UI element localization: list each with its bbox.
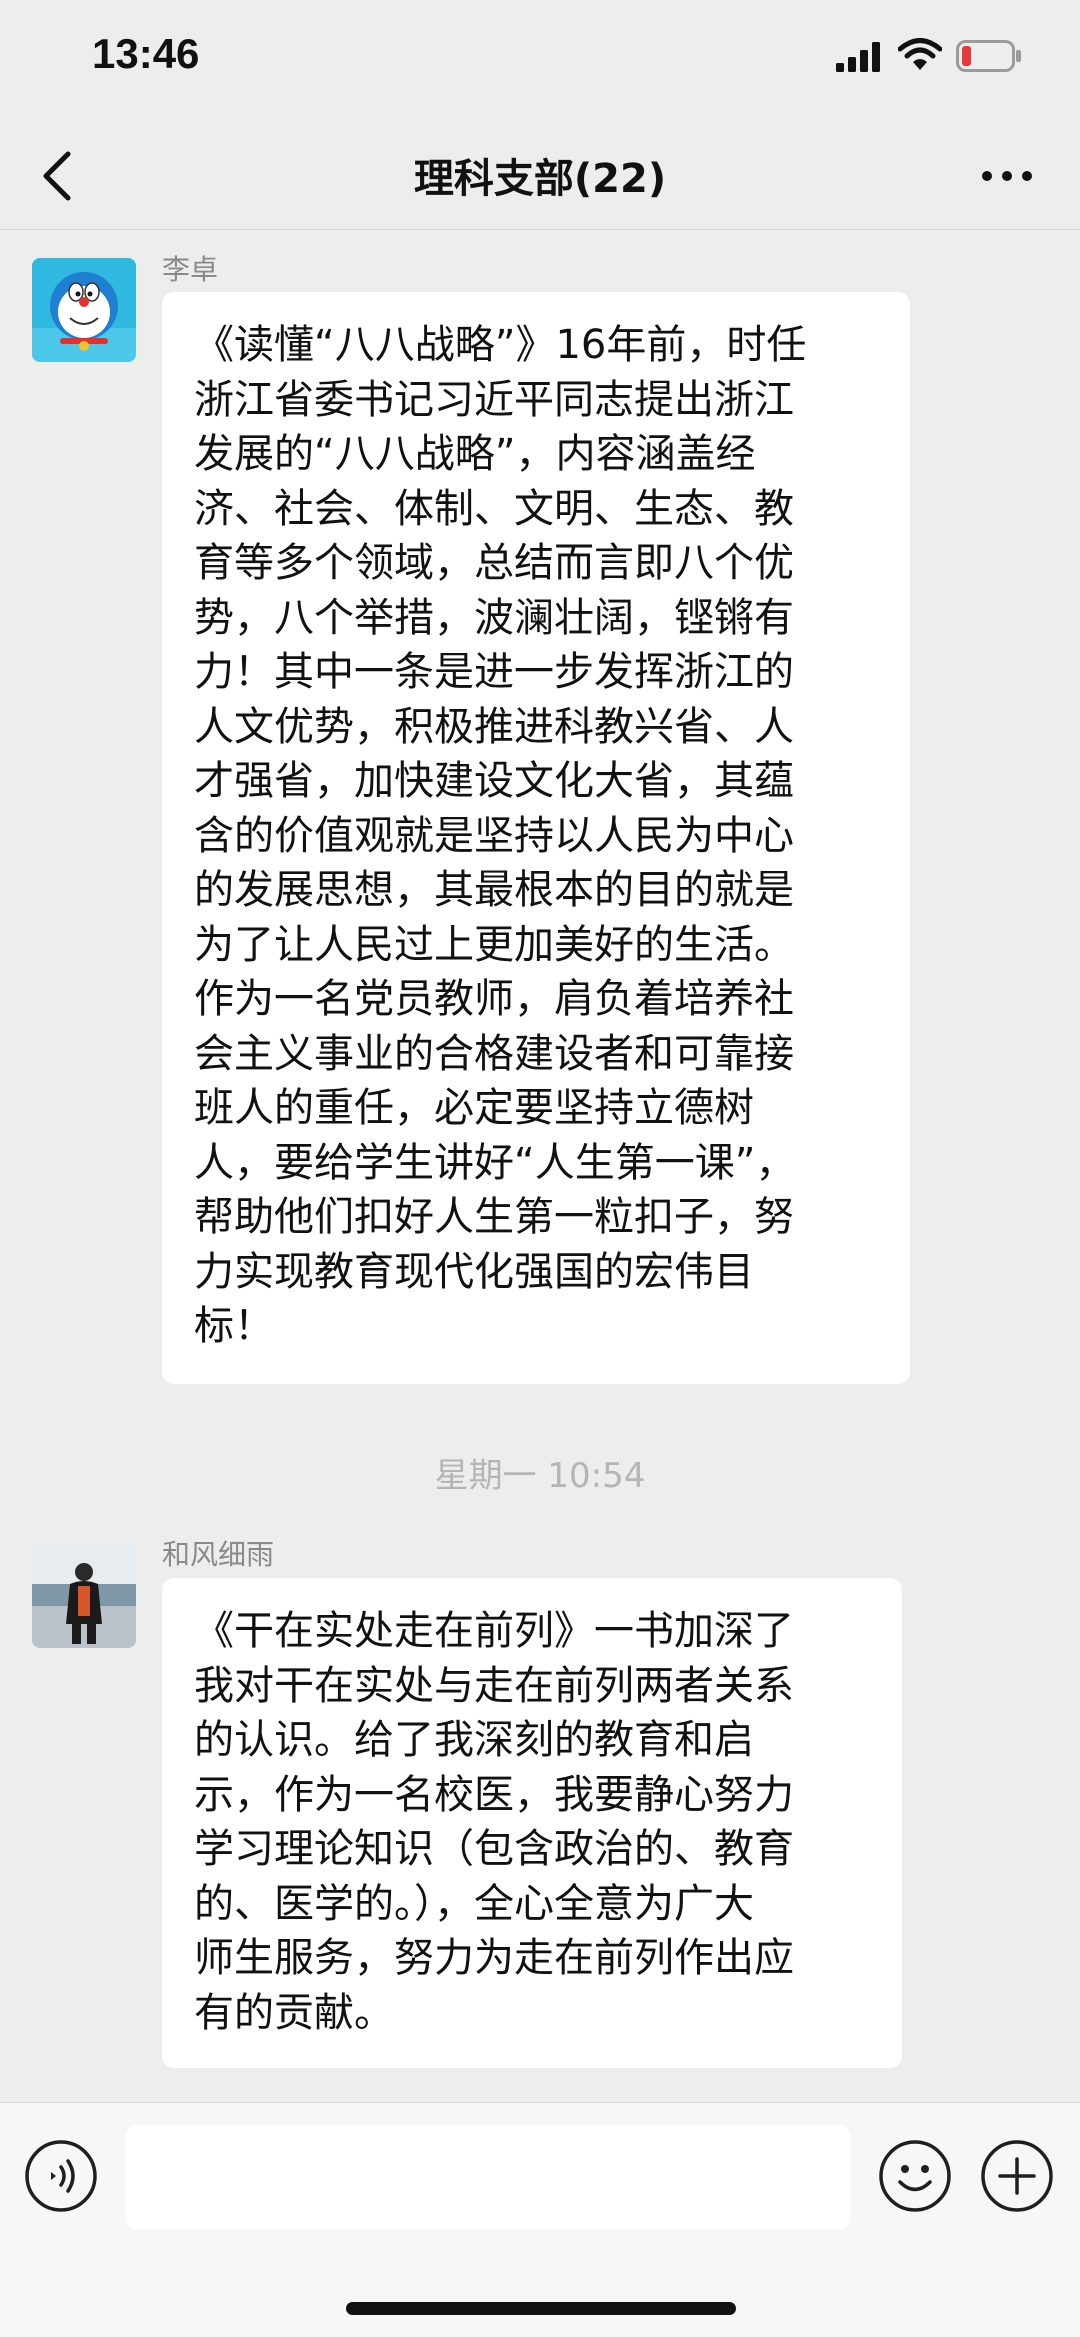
message-text-line: 才强省，加快建设文化大省，其蕴	[194, 758, 794, 804]
message-text-line: 有的贡献。	[194, 1989, 394, 2036]
message-text-line: 会主义事业的合格建设者和可靠接	[194, 1030, 794, 1077]
sender-name: 李卓	[162, 253, 219, 286]
message-text-line: 人，要给学生讲好“人生第一课”，	[194, 1139, 796, 1186]
message-text-line: 的认识。给了我深刻的教育和启	[194, 1717, 754, 1763]
message-text-line: 人文优势，积极推进科教兴省、人	[194, 703, 794, 750]
message-text-line: 势，八个举措，波澜壮阔，铿锵有	[194, 594, 794, 641]
message-text-line: 班人的重任，必定要坚持立德树	[194, 1085, 754, 1131]
message-text-line: 示，作为一名校医，我要静心努力	[194, 1771, 794, 1818]
message-text-line: 育等多个领域，总结而言即八个优	[194, 540, 794, 586]
message-input[interactable]	[126, 2125, 850, 2229]
message-text-line: 含的价值观就是坚持以人民为中心	[194, 812, 794, 859]
message-text-line: 《干在实处走在前列》一书加深了	[194, 1608, 794, 1654]
wifi-icon	[898, 38, 942, 70]
message-text-line: 为了让人民过上更加美好的生活。	[194, 921, 794, 968]
message-text-line: 浙江省委书记习近平同志提出浙江	[194, 376, 794, 423]
message-text-line: 我对干在实处与走在前列两者关系	[194, 1662, 794, 1709]
battery-low-icon	[956, 40, 1021, 72]
chat-screen: 13:46 理科支部(22) 李卓 《读懂“八八战略”》16年前，时任 浙江省委…	[0, 0, 1080, 2337]
message-bubble[interactable]: 《读懂“八八战略”》16年前，时任 浙江省委书记习近平同志提出浙江 发展的“八八…	[162, 292, 910, 1384]
message-text-line: 的、医学的。），全心全意为广大	[194, 1880, 754, 1927]
voice-icon[interactable]	[24, 2139, 98, 2213]
status-bar: 13:46	[0, 0, 1080, 120]
home-indicator[interactable]	[346, 2302, 736, 2315]
message-text-line: 的发展思想，其最根本的目的就是	[194, 867, 794, 913]
message-text-line: 发展的“八八战略”，内容涵盖经	[194, 431, 756, 477]
message-text-line: 力！其中一条是进一步发挥浙江的	[194, 649, 794, 695]
message-text-line: 济、社会、体制、文明、生态、教	[194, 485, 794, 532]
avatar[interactable]	[32, 258, 136, 362]
plus-icon[interactable]	[980, 2139, 1054, 2213]
message-text-line: 师生服务，努力为走在前列作出应	[194, 1935, 794, 1981]
more-icon[interactable]	[980, 156, 1034, 196]
message-text-line: 力实现教育现代化强国的宏伟目	[194, 1248, 754, 1295]
avatar[interactable]	[32, 1544, 136, 1648]
message-text-line: 帮助他们扣好人生第一粒扣子，努	[194, 1194, 794, 1240]
message-text-line: 标！	[194, 1303, 274, 1349]
cartoon-cat-avatar-icon	[32, 258, 136, 362]
signal-icon	[836, 42, 880, 72]
message-text-line: 《读懂“八八战略”》16年前，时任	[194, 322, 807, 368]
message-bubble[interactable]: 《干在实处走在前列》一书加深了 我对干在实处与走在前列两者关系 的认识。给了我深…	[162, 1578, 902, 2068]
emoji-icon[interactable]	[878, 2139, 952, 2213]
chat-title: 理科支部(22)	[413, 156, 667, 202]
nav-bar: 理科支部(22)	[0, 120, 1080, 230]
status-time: 13:46	[92, 30, 200, 77]
sender-name: 和风细雨	[162, 1538, 275, 1571]
person-photo-avatar-icon	[32, 1544, 136, 1648]
message-text-line: 学习理论知识（包含政治的、教育	[194, 1826, 794, 1872]
message-text-line: 作为一名党员教师，肩负着培养社	[194, 976, 794, 1022]
time-divider: 星期一 10:54	[434, 1456, 646, 1496]
